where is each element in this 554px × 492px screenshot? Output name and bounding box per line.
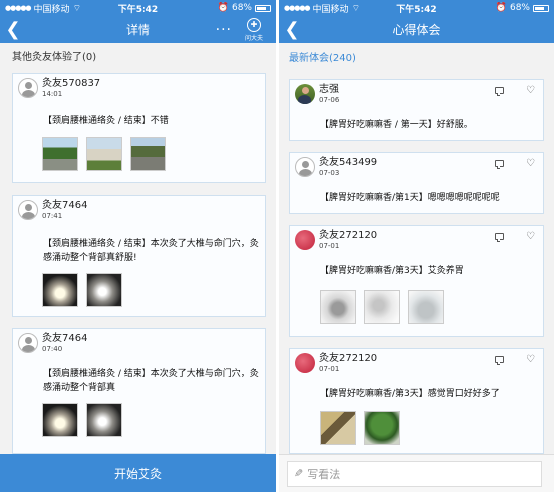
user-name: 志强: [319, 84, 339, 95]
post-text: 【颈肩腰椎通络灸 / 结束】本次灸了大椎与命门穴，灸感涌动整个背部真舒服!: [43, 239, 259, 263]
list-item[interactable]: 志强 07-06 ♡ 【脾胃好吃嘛嘛香 / 第一天】好舒服。: [289, 79, 544, 141]
photo-thumbnail[interactable]: [42, 137, 78, 171]
comment-bar: ✎ 写看法: [279, 454, 554, 492]
chevron-left-icon: ❮: [5, 19, 21, 40]
section-header: 最新体会(240): [289, 53, 356, 64]
signal-icon: ●●●●●: [284, 4, 311, 12]
alarm-icon: ⏰: [495, 3, 507, 13]
status-bar: ●●●●● 中国移动 ⌔ 下午5:42 ⏰ 68%: [0, 0, 276, 16]
back-button[interactable]: ❮: [0, 16, 26, 43]
heart-icon[interactable]: ♡: [526, 355, 535, 365]
post-time: 14:01: [42, 90, 63, 98]
ask-doctor-button[interactable]: ✚ 问大夫: [238, 18, 270, 42]
comment-icon[interactable]: [495, 233, 505, 242]
doctor-icon: ✚: [247, 18, 261, 32]
photo-thumbnail[interactable]: [86, 403, 122, 437]
photo-thumbnail[interactable]: [42, 403, 78, 437]
post-text: 【颈肩腰椎通络灸 / 结束】不错: [43, 116, 169, 126]
list-item[interactable]: 灸友543499 07-03 ♡ 【脾胃好吃嘛嘛香/第1天】嗯嗯嗯嗯呢呢呢呢: [289, 152, 544, 214]
photo-thumbnail[interactable]: [320, 411, 356, 445]
comment-icon[interactable]: [495, 87, 505, 96]
page-title: 心得体会: [392, 23, 441, 37]
post-time: 07-01: [319, 365, 340, 373]
battery-percent: 68%: [509, 3, 530, 13]
comment-icon[interactable]: [495, 160, 505, 169]
user-name: 灸友543499: [319, 157, 378, 168]
avatar: [295, 84, 315, 104]
heart-icon[interactable]: ♡: [526, 232, 535, 242]
write-comment-input[interactable]: ✎ 写看法: [287, 460, 542, 487]
post-text: 【颈肩腰椎通络灸 / 结束】本次灸了大椎与命门穴，灸感涌动整个背部真: [43, 369, 259, 393]
pencil-icon: ✎: [294, 467, 304, 480]
list-item[interactable]: 灸友570837 14:01 【颈肩腰椎通络灸 / 结束】不错: [12, 73, 266, 183]
photo-thumbnail[interactable]: [320, 290, 356, 324]
comment-icon[interactable]: [495, 356, 505, 365]
user-name: 灸友272120: [319, 230, 378, 241]
avatar: [295, 353, 315, 373]
nav-bar: ❮ 心得体会: [279, 16, 554, 43]
write-placeholder: 写看法: [307, 467, 341, 481]
ask-doctor-label: 问大夫: [244, 35, 263, 42]
post-text: 【脾胃好吃嘛嘛香/第3天】感觉胃口好好多了: [320, 389, 500, 399]
section-header: 其他灸友体验了(0): [12, 52, 97, 63]
chevron-left-icon: ❮: [284, 19, 300, 40]
list-item[interactable]: 灸友272120 07-01 ♡ 【脾胃好吃嘛嘛香/第3天】感觉胃口好好多了: [289, 348, 544, 454]
avatar: [18, 333, 38, 353]
battery-icon: [533, 4, 549, 12]
battery-icon: [255, 4, 271, 12]
status-bar: ●●●●● 中国移动 ⌔ 下午5:42 ⏰ 68%: [279, 0, 554, 16]
more-button[interactable]: ···: [216, 22, 232, 38]
nav-bar: ❮ 详情 ··· ✚ 问大夫: [0, 16, 276, 43]
photo-thumbnail[interactable]: [130, 137, 166, 171]
photo-thumbnail[interactable]: [364, 411, 400, 445]
avatar: [295, 157, 315, 177]
experience-screen: ●●●●● 中国移动 ⌔ 下午5:42 ⏰ 68% ❮ 心得体会 最新体会(24…: [279, 0, 554, 492]
avatar: [18, 200, 38, 220]
user-name: 灸友7464: [42, 200, 88, 211]
user-name: 灸友570837: [42, 78, 101, 89]
start-moxibustion-button[interactable]: 开始艾灸: [0, 454, 276, 492]
detail-screen: ●●●●● 中国移动 ⌔ 下午5:42 ⏰ 68% ❮ 详情 ··· ✚ 问大夫…: [0, 0, 276, 492]
list-item[interactable]: 灸友7464 07:40 【颈肩腰椎通络灸 / 结束】本次灸了大椎与命门穴，灸感…: [12, 328, 266, 454]
post-time: 07-01: [319, 242, 340, 250]
carrier-name: 中国移动: [312, 4, 349, 15]
alarm-icon: ⏰: [217, 3, 229, 13]
signal-icon: ●●●●●: [5, 4, 32, 12]
photo-thumbnail[interactable]: [42, 273, 78, 307]
back-button[interactable]: ❮: [279, 16, 305, 43]
photo-thumbnail[interactable]: [86, 137, 122, 171]
wifi-icon: ⌔: [351, 3, 361, 14]
list-item[interactable]: 灸友7464 07:41 【颈肩腰椎通络灸 / 结束】本次灸了大椎与命门穴，灸感…: [12, 195, 266, 317]
post-time: 07-06: [319, 96, 340, 104]
post-text: 【脾胃好吃嘛嘛香/第3天】艾灸养胃: [320, 266, 464, 276]
post-time: 07:40: [42, 345, 63, 353]
photo-thumbnail[interactable]: [364, 290, 400, 324]
post-time: 07:41: [42, 212, 63, 220]
user-name: 灸友272120: [319, 353, 378, 364]
wifi-icon: ⌔: [72, 3, 82, 14]
page-title: 详情: [125, 23, 150, 37]
post-time: 07-03: [319, 169, 340, 177]
post-text: 【脾胃好吃嘛嘛香 / 第一天】好舒服。: [320, 120, 473, 130]
avatar: [295, 230, 315, 250]
carrier-name: 中国移动: [33, 4, 70, 15]
user-name: 灸友7464: [42, 333, 88, 344]
list-item[interactable]: 灸友272120 07-01 ♡ 【脾胃好吃嘛嘛香/第3天】艾灸养胃: [289, 225, 544, 337]
battery-percent: 68%: [231, 3, 252, 13]
post-text: 【脾胃好吃嘛嘛香/第1天】嗯嗯嗯嗯呢呢呢呢: [320, 193, 500, 203]
photo-thumbnail[interactable]: [408, 290, 444, 324]
avatar: [18, 78, 38, 98]
heart-icon[interactable]: ♡: [526, 86, 535, 96]
photo-thumbnail[interactable]: [86, 273, 122, 307]
heart-icon[interactable]: ♡: [526, 159, 535, 169]
